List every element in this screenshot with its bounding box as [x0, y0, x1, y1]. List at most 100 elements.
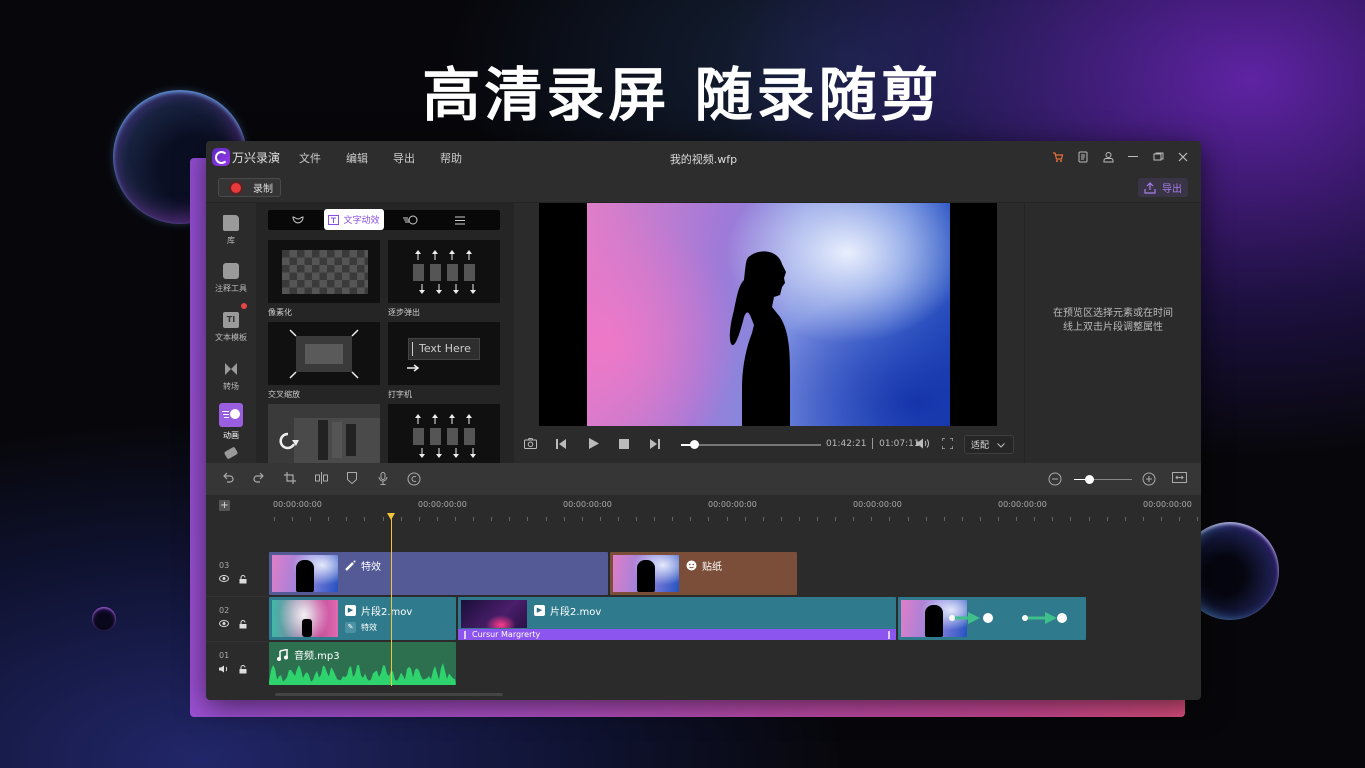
ruler-tick — [274, 517, 275, 521]
total-time: 01:07:11 — [879, 439, 920, 449]
timeline-ruler[interactable]: + 00:00:00:00 00:00:00:00 00:00:00:00 00… — [206, 495, 1201, 555]
effects-icon — [223, 446, 239, 460]
zoom-out-icon[interactable] — [1047, 472, 1063, 490]
add-track-button[interactable]: + — [219, 500, 230, 511]
redo-icon[interactable] — [251, 472, 267, 488]
sidebar-item-text-template[interactable]: TI 文本模板 — [206, 312, 256, 343]
split-icon[interactable] — [313, 472, 329, 488]
export-button[interactable]: 导出 — [1138, 178, 1188, 197]
visibility-icon[interactable] — [219, 620, 229, 629]
minimize-icon[interactable] — [1125, 149, 1141, 165]
menu-edit[interactable]: 编辑 — [346, 150, 368, 166]
fit-dropdown[interactable]: 适配 — [964, 435, 1014, 454]
timeline-clip-audio[interactable]: 音频.mp3 — [269, 642, 456, 685]
fullscreen-icon[interactable] — [941, 437, 954, 452]
clip-thumbnail — [272, 555, 338, 592]
ruler-tick — [962, 517, 963, 521]
playhead[interactable] — [387, 513, 395, 686]
timeline-horizontal-scrollbar[interactable] — [275, 693, 503, 696]
play-icon[interactable] — [589, 438, 599, 452]
timeline-clip-video[interactable]: ▶ 片段2.mov ‖ Cursur Margrerty ‖ — [458, 597, 896, 640]
record-button[interactable]: 录制 — [218, 178, 281, 197]
track-header-01: 01 — [206, 642, 268, 687]
cursor-annotation-bar[interactable]: ‖ Cursur Margrerty ‖ — [458, 629, 896, 640]
seek-bar[interactable] — [681, 440, 821, 449]
motion-path-icon — [949, 612, 1067, 624]
export-label: 导出 — [1162, 184, 1182, 195]
menu-file[interactable]: 文件 — [299, 150, 321, 166]
speaker-icon[interactable] — [219, 665, 229, 675]
lock-icon[interactable] — [239, 620, 247, 631]
silhouette-figure — [729, 251, 790, 426]
clip-thumbnail — [613, 555, 679, 592]
timeline-clip-sticker[interactable]: 贴纸 — [610, 552, 797, 595]
sidebar-item-effects[interactable] — [206, 446, 256, 461]
timeline-clip-video[interactable]: ▶ 片段2.mov ✎ 特效 — [269, 597, 456, 640]
effect-card-step-pop[interactable] — [388, 240, 500, 303]
tab-motion[interactable] — [398, 210, 422, 230]
previous-frame-icon[interactable] — [556, 438, 566, 452]
sidebar-item-transition[interactable]: 转场 — [206, 361, 256, 392]
ruler-tick — [1052, 517, 1053, 521]
zoom-slider-handle[interactable] — [1084, 475, 1094, 484]
pixelate-preview — [282, 250, 368, 294]
sidebar: 库 注释工具 TI 文本模板 转场 动画 — [206, 203, 256, 463]
stop-icon[interactable] — [619, 438, 629, 452]
ruler-tick — [1070, 517, 1071, 521]
preview-stage[interactable] — [539, 203, 997, 426]
close-icon[interactable] — [1175, 149, 1191, 165]
ruler-label: 00:00:00:00 — [1143, 500, 1192, 509]
copyright-icon[interactable] — [406, 472, 422, 490]
lock-icon[interactable] — [239, 575, 247, 586]
sidebar-item-animation[interactable]: 动画 — [206, 403, 256, 441]
seek-bar-handle[interactable] — [689, 440, 699, 449]
app-logo-icon — [212, 148, 230, 166]
next-frame-icon[interactable] — [650, 438, 660, 452]
snapshot-icon[interactable] — [524, 438, 537, 452]
ruler-tick — [1179, 517, 1180, 521]
effect-card-label: 逐步弹出 — [388, 308, 420, 317]
clip-thumbnail — [461, 600, 527, 628]
effect-card-pixelate[interactable] — [268, 240, 380, 303]
tab-mask[interactable] — [286, 210, 310, 230]
ruler-tick — [582, 517, 583, 521]
tab-text-motion[interactable]: 文字动效 — [324, 209, 384, 230]
tab-list[interactable] — [448, 210, 472, 230]
timeline-zoom-slider[interactable] — [1074, 475, 1132, 484]
list-icon — [455, 216, 465, 224]
preview-image — [587, 203, 950, 426]
menu-help[interactable]: 帮助 — [440, 150, 462, 166]
effect-card-cross-zoom[interactable] — [268, 322, 380, 385]
lock-icon[interactable] — [239, 665, 247, 676]
sidebar-item-annotation[interactable]: 注释工具 — [206, 263, 256, 294]
timeline-clip-motion[interactable] — [898, 597, 1086, 640]
zoom-in-icon[interactable] — [1141, 472, 1157, 490]
timeline-clip-effect[interactable]: 特效 — [269, 552, 608, 595]
magic-wand-icon — [345, 560, 356, 571]
effect-card-flip[interactable] — [268, 404, 380, 463]
crop-icon[interactable] — [282, 472, 298, 488]
clip-thumbnail — [272, 600, 338, 637]
notes-icon[interactable] — [1075, 149, 1091, 165]
effect-card-step-pop-2[interactable] — [388, 404, 500, 463]
undo-icon[interactable] — [220, 472, 236, 488]
sidebar-item-library[interactable]: 库 — [206, 215, 256, 246]
visibility-icon[interactable] — [219, 575, 229, 584]
tab-label: 文字动效 — [343, 216, 380, 226]
ruler-tick — [781, 517, 782, 521]
volume-icon[interactable] — [916, 438, 929, 452]
track-number: 03 — [219, 561, 230, 570]
marker-icon[interactable] — [344, 472, 360, 488]
ruler-tick — [473, 517, 474, 521]
restore-icon[interactable] — [1150, 149, 1166, 165]
ruler-tick — [853, 517, 854, 521]
ruler-tick — [292, 517, 293, 521]
menu-export[interactable]: 导出 — [393, 150, 415, 166]
ruler-tick — [1089, 517, 1090, 521]
fit-timeline-icon[interactable] — [1171, 472, 1187, 487]
microphone-icon[interactable] — [375, 472, 391, 489]
time-readout: 01:42:21 01:07:11 — [826, 438, 920, 449]
account-icon[interactable] — [1100, 149, 1116, 165]
effect-card-typewriter[interactable]: Text Here — [388, 322, 500, 385]
cart-icon[interactable] — [1050, 149, 1066, 165]
